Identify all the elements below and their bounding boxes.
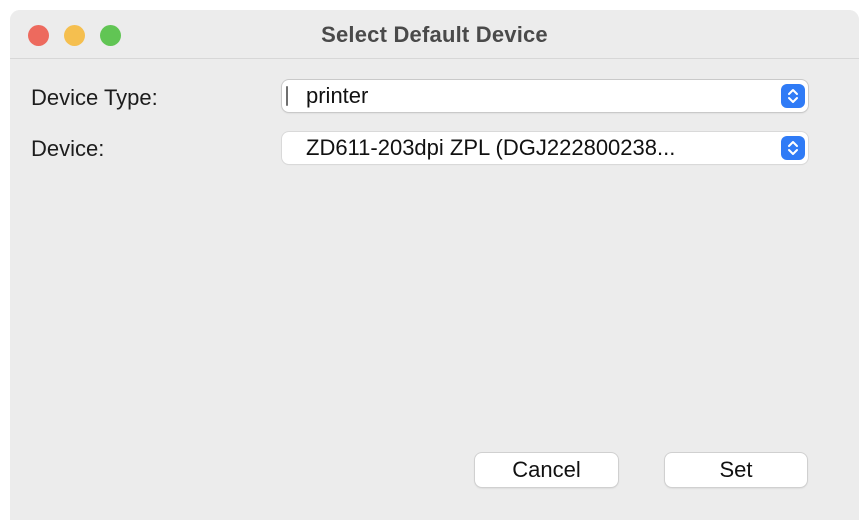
cancel-button[interactable]: Cancel — [475, 453, 618, 487]
device-type-select[interactable]: printer — [282, 80, 808, 112]
device-select[interactable]: ZD611-203dpi ZPL (DGJ222800238... — [282, 132, 808, 164]
set-button[interactable]: Set — [665, 453, 807, 487]
device-value: ZD611-203dpi ZPL (DGJ222800238... — [306, 135, 676, 160]
title-bar: Select Default Device — [10, 10, 859, 59]
chevron-up-down-icon[interactable] — [781, 84, 805, 108]
device-type-value: printer — [306, 83, 369, 108]
chevron-up-down-icon[interactable] — [781, 136, 805, 160]
device-type-label: Device Type: — [31, 85, 158, 110]
window-title: Select Default Device — [321, 22, 548, 47]
dialog-window: Select Default Device Device Type: print… — [10, 10, 859, 520]
device-label: Device: — [31, 136, 105, 161]
text-cursor — [286, 86, 288, 106]
